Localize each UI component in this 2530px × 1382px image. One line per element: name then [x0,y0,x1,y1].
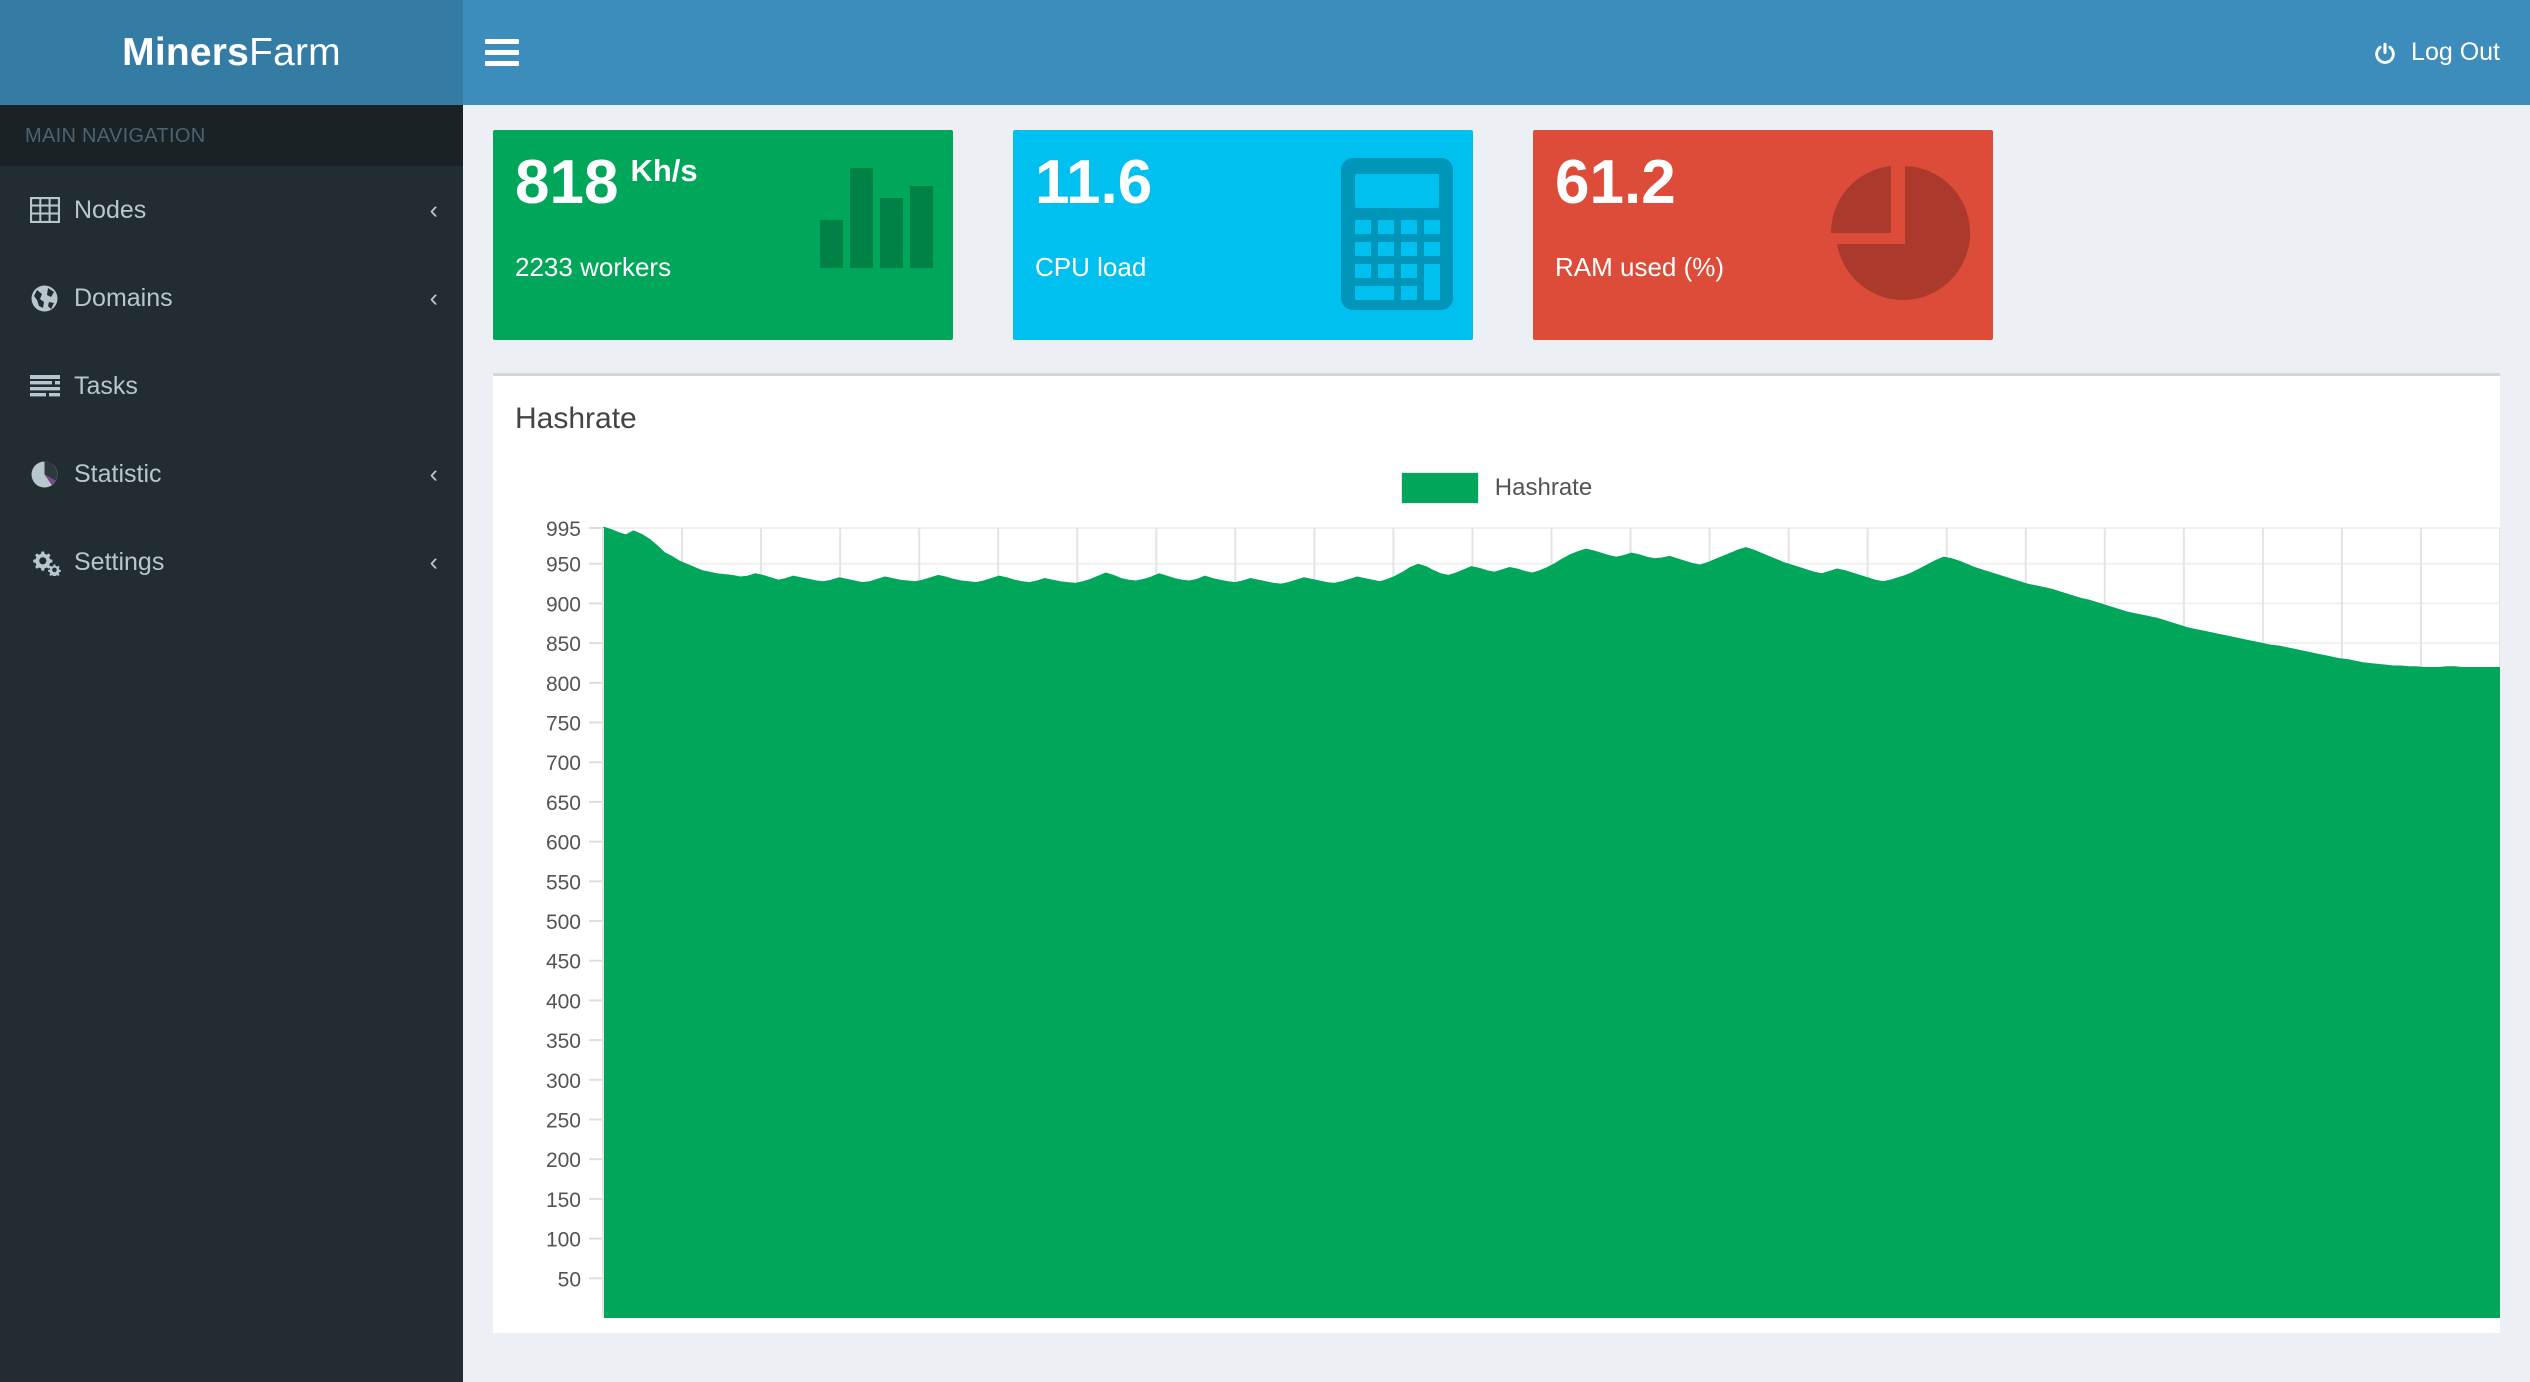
svg-text:200: 200 [546,1149,581,1172]
stat-box-value: 818 [515,148,619,217]
stat-box-cpu-load[interactable]: 11.6 CPU load [1013,130,1473,340]
cogs-icon [30,548,70,576]
svg-text:850: 850 [546,633,581,656]
stat-box-ram-used[interactable]: 61.2 RAM used (%) [1533,130,1993,340]
main-content: 818 Kh/s 2233 workers 11.6 CPU load 61.2… [463,105,2530,1382]
hashrate-area-chart[interactable]: 995 950 900 850 800 750 700 650 600 550 500 450 400 3… [493,518,2500,1318]
top-navbar: Log Out [463,0,2530,105]
sidebar-item-label: Nodes [74,195,147,224]
svg-text:150: 150 [546,1189,581,1212]
svg-text:250: 250 [546,1110,581,1133]
svg-text:300: 300 [546,1070,581,1093]
svg-text:900: 900 [546,593,581,616]
chart-legend: Hashrate [493,472,2500,504]
svg-text:600: 600 [546,832,581,855]
sidebar-item-domains[interactable]: Domains ‹ [0,254,463,342]
logout-label: Log Out [2411,38,2500,66]
stat-box-body: 11.6 CPU load [1013,130,1473,283]
svg-text:500: 500 [546,911,581,934]
svg-text:750: 750 [546,713,581,736]
stat-box-body: 61.2 RAM used (%) [1533,130,1993,283]
stat-box-value: 11.6 [1035,148,1153,217]
sidebar-toggle-button[interactable] [463,0,541,105]
stat-box-text: CPU load [1035,252,1147,282]
pie-chart-icon [30,460,70,489]
legend-swatch [1400,472,1479,504]
dashboard-page: MinersFarm Log Out MAIN NAVIGATION Nodes… [0,0,2530,1382]
panel-header: Hashrate [493,376,2500,458]
svg-text:100: 100 [546,1229,581,1252]
sidebar-section-header: MAIN NAVIGATION [0,105,463,166]
svg-text:700: 700 [546,752,581,775]
svg-text:50: 50 [558,1268,581,1291]
stat-box-row: 818 Kh/s 2233 workers 11.6 CPU load 61.2… [493,130,2500,340]
sidebar-item-label: Tasks [74,371,138,400]
svg-text:350: 350 [546,1030,581,1053]
sidebar-item-tasks[interactable]: Tasks [0,342,463,430]
hashrate-panel: Hashrate Hashrate 995 950 900 850 800 750 700 6… [493,373,2500,1333]
svg-text:650: 650 [546,792,581,815]
app-logo-strong: Miners [122,30,250,74]
svg-text:800: 800 [546,673,581,696]
globe-icon [30,284,70,313]
stat-box-value: 61.2 [1555,148,1676,217]
chevron-left-icon: ‹ [429,547,438,576]
panel-body: Hashrate 995 950 900 850 800 750 700 650 600 550 5… [493,458,2500,1318]
legend-label: Hashrate [1494,474,1593,501]
sidebar-item-settings[interactable]: Settings ‹ [0,518,463,606]
chevron-left-icon: ‹ [429,195,438,224]
list-lines-icon [30,374,70,398]
chevron-left-icon: ‹ [429,283,438,312]
power-icon [2375,42,2395,64]
page-title: Hashrate [515,402,637,435]
hamburger-icon [485,33,519,72]
sidebar-item-nodes[interactable]: Nodes ‹ [0,166,463,254]
stat-box-text: RAM used (%) [1555,252,1725,282]
sidebar-item-statistic[interactable]: Statistic ‹ [0,430,463,518]
app-logo[interactable]: MinersFarm [0,0,463,105]
sidebar-item-label: Domains [74,283,173,312]
table-grid-icon [30,197,70,223]
chevron-left-icon: ‹ [429,459,438,488]
stat-box-body: 818 Kh/s 2233 workers [493,130,953,283]
sidebar-item-label: Statistic [74,459,162,488]
svg-text:550: 550 [546,871,581,894]
svg-text:950: 950 [546,554,581,577]
stat-box-text: 2233 workers [515,252,672,282]
sidebar: MAIN NAVIGATION Nodes ‹ Domains ‹ Tasks … [0,105,463,1382]
logout-button[interactable]: Log Out [2352,0,2530,105]
svg-text:995: 995 [546,518,581,541]
app-logo-light: Farm [249,30,341,74]
svg-text:400: 400 [546,990,581,1013]
svg-text:450: 450 [546,951,581,974]
sidebar-item-label: Settings [74,547,165,576]
app-logo-text: MinersFarm [122,31,341,75]
stat-box-unit: Kh/s [630,153,698,188]
stat-box-hashrate[interactable]: 818 Kh/s 2233 workers [493,130,953,340]
